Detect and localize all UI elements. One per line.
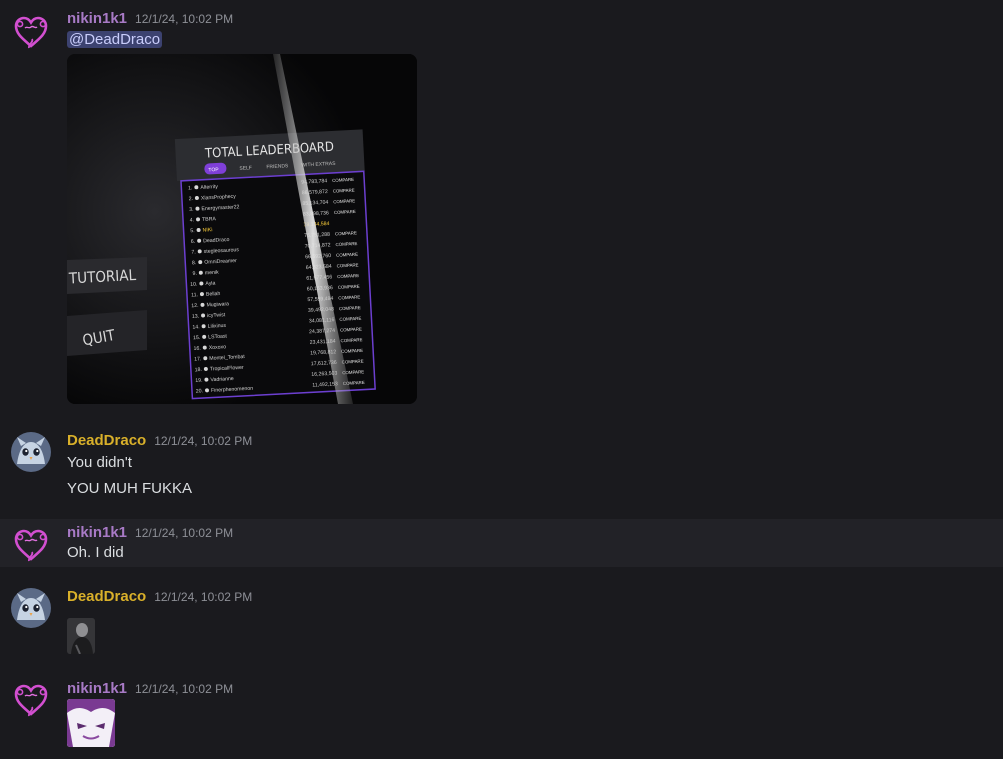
message-header: nikin1k1 12/1/24, 10:02 PM: [67, 680, 233, 697]
leaderboard-screenshot: TUTORIAL QUIT TOTAL LEADERBOARD TOP SELF…: [67, 54, 417, 404]
emoji-image[interactable]: [67, 699, 115, 747]
row-rank: 5.: [190, 228, 195, 234]
row-rank: 11.: [191, 292, 198, 298]
username[interactable]: nikin1k1: [67, 10, 127, 27]
menu-button-tutorial: TUTORIAL: [68, 266, 137, 288]
timestamp[interactable]: 12/1/24, 10:02 PM: [135, 526, 233, 540]
row-name: icyTwist: [207, 312, 226, 319]
row-rank: 3.: [189, 207, 194, 213]
row-rank: 6.: [191, 239, 196, 245]
message-header: DeadDraco 12/1/24, 10:02 PM: [67, 588, 252, 605]
row-rank: 13.: [192, 314, 200, 320]
message-header: DeadDraco 12/1/24, 10:02 PM: [67, 432, 252, 449]
heart-avatar-icon[interactable]: [11, 680, 51, 720]
row-name: LSToast: [208, 333, 228, 340]
username[interactable]: DeadDraco: [67, 432, 146, 449]
row-rank: 10.: [190, 281, 198, 287]
timestamp[interactable]: 12/1/24, 10:02 PM: [135, 682, 233, 696]
heart-avatar-icon[interactable]: [11, 525, 51, 565]
row-name: Alterrity: [200, 184, 218, 191]
message-text: YOU MUH FUKKA: [67, 480, 193, 497]
message-2: nikin1k1 12/1/24, 10:02 PM Oh. I did: [0, 519, 1003, 567]
message-header: nikin1k1 12/1/24, 10:02 PM: [67, 524, 233, 541]
row-name: Xoxoxo: [209, 344, 227, 351]
timestamp[interactable]: 12/1/24, 10:02 PM: [154, 590, 252, 604]
row-rank: 20.: [196, 388, 204, 394]
owl-avatar-icon[interactable]: [11, 432, 51, 472]
sticker-image[interactable]: [67, 618, 95, 654]
timestamp[interactable]: 12/1/24, 10:02 PM: [135, 12, 233, 26]
row-name: Ayla: [205, 281, 215, 288]
message-1: DeadDraco 12/1/24, 10:02 PM You didn't Y…: [0, 424, 1003, 516]
message-content: @DeadDraco: [67, 31, 163, 48]
row-rank: 1.: [188, 185, 193, 191]
row-rank: 2.: [188, 196, 193, 202]
image-attachment[interactable]: TUTORIAL QUIT TOTAL LEADERBOARD TOP SELF…: [67, 54, 417, 404]
username[interactable]: nikin1k1: [67, 680, 127, 697]
row-name: Bellah: [206, 291, 221, 298]
username[interactable]: DeadDraco: [67, 588, 146, 605]
leaderboard-panel: TOTAL LEADERBOARD TOP SELF FRIENDS WITH …: [174, 129, 376, 400]
tab-friends: FRIENDS: [266, 163, 289, 170]
row-name: Lilixinus: [208, 323, 227, 330]
owl-avatar-icon[interactable]: [11, 588, 51, 628]
message-4: nikin1k1 12/1/24, 10:02 PM: [0, 672, 1003, 759]
row-rank: 15.: [193, 335, 201, 341]
row-rank: 4.: [190, 217, 195, 223]
heart-avatar-icon[interactable]: [11, 12, 51, 52]
row-name: Vadrianne: [210, 376, 234, 383]
username[interactable]: nikin1k1: [67, 524, 127, 541]
row-rank: 9.: [192, 271, 197, 277]
row-rank: 12.: [191, 303, 199, 309]
row-rank: 18.: [195, 367, 203, 373]
row-rank: 16.: [193, 346, 201, 352]
message-text: Oh. I did: [67, 544, 124, 561]
row-rank: 8.: [192, 260, 197, 266]
row-rank: 7.: [191, 249, 196, 255]
row-name: Mugiwara: [206, 301, 229, 308]
timestamp[interactable]: 12/1/24, 10:02 PM: [154, 434, 252, 448]
row-rank: 17.: [194, 356, 202, 362]
row-name: TBRA: [202, 216, 217, 223]
row-name: menik: [205, 270, 220, 277]
tab-top: TOP: [208, 167, 219, 174]
row-rank: 14.: [192, 324, 200, 330]
row-rank: 19.: [195, 378, 203, 384]
message-0: nikin1k1 12/1/24, 10:02 PM @DeadDraco TU…: [0, 0, 1003, 410]
message-3: DeadDraco 12/1/24, 10:02 PM: [0, 580, 1003, 660]
tab-self: SELF: [239, 165, 252, 172]
message-text: You didn't: [67, 454, 132, 471]
row-name: NIKi: [202, 227, 212, 234]
mention-link[interactable]: @DeadDraco: [67, 31, 163, 48]
message-header: nikin1k1 12/1/24, 10:02 PM: [67, 10, 233, 27]
